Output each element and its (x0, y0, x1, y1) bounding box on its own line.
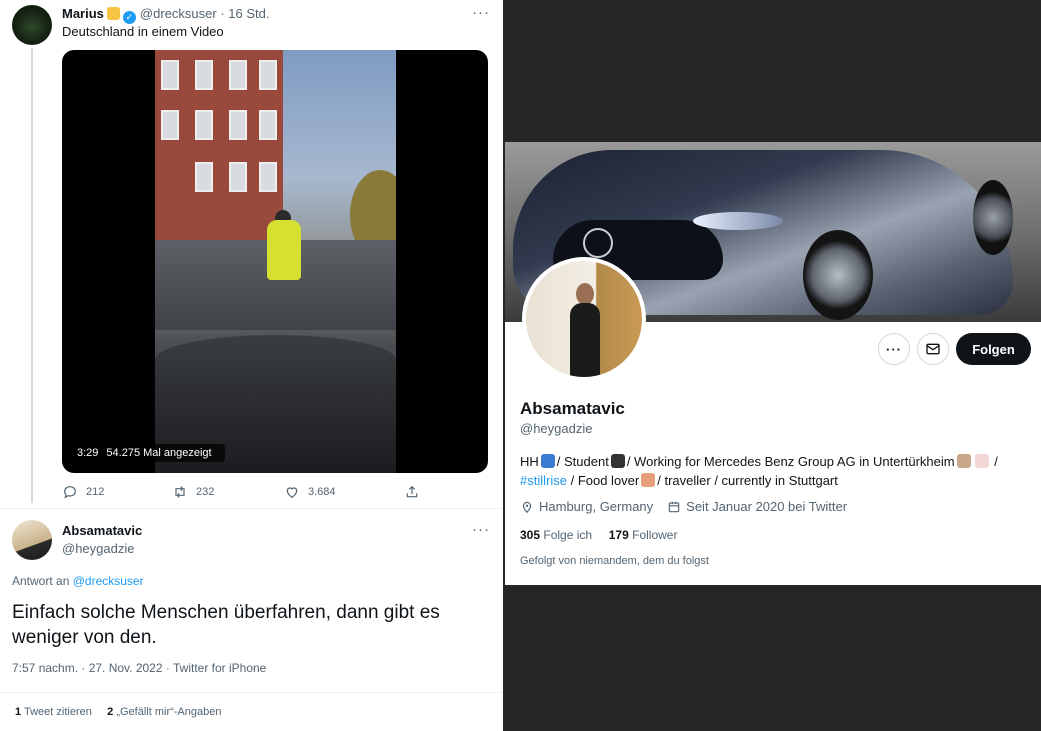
verified-badge-icon: ✓ (122, 11, 136, 24)
location-text: Hamburg, Germany (539, 499, 654, 514)
angry-face-icon (106, 7, 120, 20)
more-options-button[interactable]: ··· (472, 521, 490, 538)
retweet-count: 232 (196, 486, 215, 498)
follow-stats: 305 Folge ich 179 Follower (520, 528, 677, 542)
bio-text: / Food lover (570, 473, 640, 488)
likes-label: „Gefällt mir“-Angaben (116, 706, 222, 718)
likes-link[interactable]: 2 „Gefällt mir“-Angaben (107, 706, 221, 718)
quote-label: Tweet zitieren (23, 706, 92, 718)
person-head (576, 283, 594, 305)
profile-avatar[interactable] (522, 257, 646, 381)
followers-link[interactable]: 179 Follower (609, 528, 678, 542)
reply-context: Antwort an @drecksuser (12, 574, 144, 588)
car-wheel (803, 230, 873, 320)
author-name[interactable]: Marius (62, 6, 104, 21)
video-views: 54.275 Mal angezeigt (106, 447, 212, 459)
heart-icon (286, 487, 298, 499)
join-date-text: Seit Januar 2020 bei Twitter (686, 499, 848, 514)
followers-label: Follower (632, 528, 678, 542)
calendar-icon (668, 501, 680, 512)
more-options-button[interactable]: ··· (472, 4, 490, 21)
bio-text: / (994, 454, 998, 469)
food-icon (641, 473, 656, 487)
bio-text: / Working for Mercedes Benz Group AG in … (626, 454, 955, 469)
video-frame (155, 50, 396, 473)
profile-handle: @heygadzie (520, 421, 593, 436)
tweet-time[interactable]: · 16 Std. (220, 6, 269, 21)
hashtag-link[interactable]: #stillrise (520, 473, 567, 488)
graduation-cap-icon (610, 454, 625, 468)
following-label: Folge ich (543, 528, 593, 542)
car-wheel (973, 180, 1013, 255)
divider (0, 692, 503, 693)
followers-count: 179 (608, 528, 629, 542)
more-icon: ··· (886, 341, 902, 357)
more-button[interactable]: ··· (878, 333, 910, 365)
follow-button[interactable]: Folgen (956, 333, 1031, 365)
bio-text: / Student (556, 454, 609, 469)
reply-button[interactable]: 212 (62, 484, 104, 500)
tweet-meta[interactable]: 7:57 nachm. · 27. Nov. 2022 · Twitter fo… (12, 661, 266, 675)
profile-bio: HH / Student / Working for Mercedes Benz G… (520, 452, 1035, 490)
like-count: 3.684 (308, 486, 336, 498)
mail-icon (926, 343, 940, 355)
bio-text: / traveller / currently in Stuttgart (657, 473, 838, 488)
tweet-header: Marius ✓ @drecksuser · 16 Std. (62, 6, 269, 24)
profile-name: Absamatavic (520, 399, 625, 418)
video-duration: 3:29 (77, 447, 99, 459)
avatar[interactable] (12, 520, 52, 560)
divider (0, 508, 503, 509)
location-icon (522, 501, 532, 513)
quote-count: 1 (15, 706, 22, 718)
author-handle[interactable]: @heygadzie (62, 541, 134, 556)
chart-increasing-icon (974, 454, 989, 468)
following-count: 305 (520, 528, 541, 542)
join-date: Seit Januar 2020 bei Twitter (667, 499, 847, 514)
retweet-button[interactable]: 232 (172, 484, 214, 500)
profile-meta: Hamburg, Germany Seit Januar 2020 bei Tw… (520, 499, 847, 514)
author-name[interactable]: Absamatavic (62, 523, 142, 538)
share-icon (406, 485, 418, 498)
like-button[interactable]: 3.684 (284, 484, 336, 500)
reply-to-link[interactable]: @drecksuser (73, 574, 144, 588)
reply-prefix: Antwort an (12, 574, 70, 588)
reply-icon (64, 486, 76, 499)
profile-card: ··· Folgen Absamatavic @heygadzie HH / St… (505, 142, 1041, 585)
technologist-icon (956, 454, 971, 468)
thread-line (31, 48, 33, 503)
car-headlight (693, 212, 783, 230)
message-button[interactable] (917, 333, 949, 365)
avatar[interactable] (12, 5, 52, 45)
person-body (570, 303, 600, 377)
car-logo (583, 228, 613, 258)
bio-text: HH (520, 454, 539, 469)
profile-photo (526, 261, 642, 377)
followed-by-text: Gefolgt von niemandem, dem du folgst (520, 555, 709, 567)
quote-tweets-link[interactable]: 1 Tweet zitieren (15, 706, 92, 718)
author-handle[interactable]: @drecksuser (140, 6, 217, 21)
reply-text: Einfach solche Menschen überfahren, dann… (12, 602, 440, 648)
tweet-text: Deutschland in einem Video (62, 24, 224, 39)
following-link[interactable]: 305 Folge ich (520, 528, 592, 542)
tweet-panel: Marius ✓ @drecksuser · 16 Std. ··· Deutsch… (0, 0, 503, 731)
share-button[interactable] (404, 484, 420, 500)
anchor-icon (540, 454, 555, 468)
likes-count: 2 (107, 706, 114, 718)
tweet-stats: 1 Tweet zitieren 2 „Gefällt mir“-Angaben (15, 706, 221, 718)
video-info-badge: 3:29 54.275 Mal angezeigt (72, 444, 225, 462)
location: Hamburg, Germany (520, 499, 653, 514)
retweet-icon (175, 486, 185, 498)
cyclist-image (267, 220, 301, 280)
reply-count: 212 (86, 486, 105, 498)
video-player[interactable]: 3:29 54.275 Mal angezeigt (62, 50, 488, 473)
tweet-actions: 212 232 3.684 (62, 484, 422, 502)
